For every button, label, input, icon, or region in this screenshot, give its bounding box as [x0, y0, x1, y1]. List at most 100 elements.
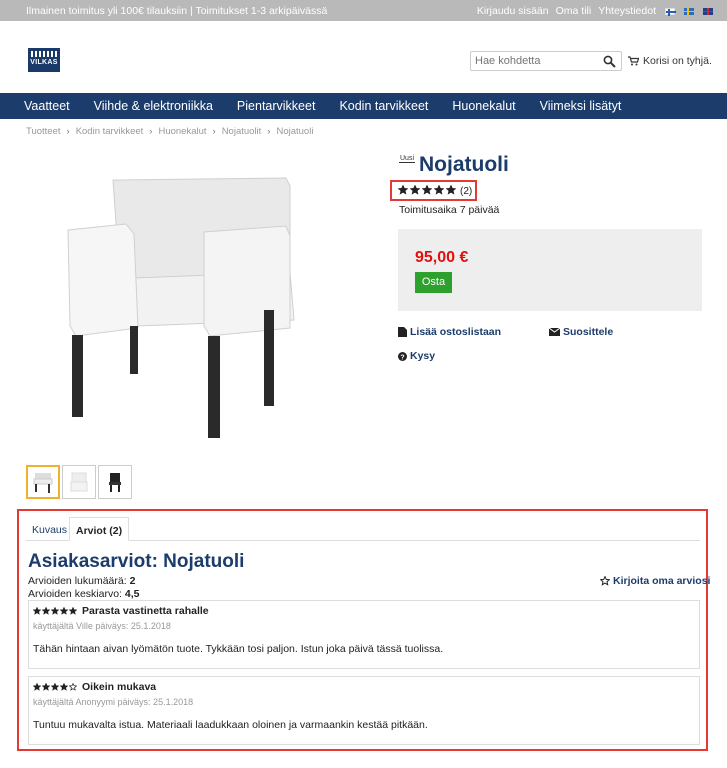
add-to-list-link[interactable]: Lisää ostoslistaan — [398, 326, 501, 338]
review-count-row: Arvioiden lukumäärä: 2 — [28, 575, 135, 587]
breadcrumb: Tuotteet › Kodin tarvikkeet › Huonekalut › … — [26, 126, 313, 137]
search-input[interactable] — [471, 52, 599, 70]
flag-swedish-icon[interactable] — [684, 7, 694, 15]
svg-text:?: ? — [400, 354, 404, 361]
chair-thumbnail-icon — [109, 473, 121, 492]
star-icon — [60, 683, 68, 691]
review-average-row: Arvioiden keskiarvo: 4,5 — [28, 588, 140, 600]
search-icon[interactable] — [603, 55, 616, 68]
ask-link[interactable]: ? Kysy — [398, 350, 435, 362]
review-stars — [33, 607, 77, 615]
chevron-right-icon: › — [267, 126, 271, 137]
breadcrumb-item[interactable]: Tuotteet — [26, 126, 61, 137]
main-nav: Vaatteet Viihde & elektroniikka Pientarv… — [0, 93, 727, 119]
review-text: Tähän hintaan aivan lyömätön tuote. Tykk… — [33, 643, 444, 655]
star-icon — [410, 185, 420, 195]
nav-item-viihde[interactable]: Viihde & elektroniikka — [94, 99, 213, 113]
top-bar: Ilmainen toimitus yli 100€ tilauksiin | … — [0, 0, 727, 21]
recommend-label: Suosittele — [563, 326, 614, 338]
recommend-link[interactable]: Suosittele — [549, 326, 613, 338]
contact-link[interactable]: Yhteystiedot — [598, 5, 656, 17]
login-link[interactable]: Kirjaudu sisään — [477, 5, 549, 17]
nav-item-viimeksi-lisatyt[interactable]: Viimeksi lisätyt — [540, 99, 622, 113]
thumbnail-1[interactable] — [26, 465, 60, 499]
ask-label: Kysy — [410, 350, 436, 362]
product-price: 95,00 € — [415, 249, 469, 266]
review-header: Parasta vastinetta rahalle — [33, 605, 209, 617]
rating-count[interactable]: (2) — [460, 186, 472, 197]
tab-reviews[interactable]: Arviot (2) — [69, 517, 130, 541]
logo-text: VILKAS — [30, 59, 58, 66]
product-tabs: Kuvaus Arviot (2) — [26, 517, 700, 541]
chair-thumbnail-icon — [33, 473, 53, 493]
breadcrumb-item[interactable]: Huonekalut — [158, 126, 206, 137]
thumbnail-2[interactable] — [62, 465, 96, 499]
review-item: Parasta vastinetta rahalle käyttäjältä V… — [28, 600, 700, 669]
star-icon — [422, 185, 432, 195]
document-icon — [398, 327, 407, 337]
nav-item-huonekalut[interactable]: Huonekalut — [452, 99, 515, 113]
chevron-right-icon: › — [66, 126, 70, 137]
review-count-label: Arvioiden lukumäärä: — [28, 575, 127, 587]
star-icon — [42, 607, 50, 615]
chevron-right-icon: › — [149, 126, 153, 137]
review-byline: käyttäjältä Ville päiväys: 25.1.2018 — [33, 621, 171, 631]
review-count-value: 2 — [129, 575, 136, 587]
flag-english-icon[interactable] — [703, 7, 713, 15]
cart-icon — [628, 56, 639, 66]
buy-button[interactable]: Osta — [415, 272, 452, 293]
write-review-label: Kirjoita oma arviosi — [613, 575, 711, 587]
star-outline-icon — [69, 683, 77, 691]
review-text: Tuntuu mukavalta istua. Materiaali laadu… — [33, 719, 428, 731]
image-thumbnails — [26, 465, 132, 499]
add-to-list-label: Lisää ostoslistaan — [410, 326, 502, 338]
nav-item-kodin-tarvikkeet[interactable]: Kodin tarvikkeet — [339, 99, 428, 113]
shipping-info: Ilmainen toimitus yli 100€ tilauksiin | … — [26, 5, 328, 17]
envelope-icon — [549, 328, 560, 336]
search-box — [470, 51, 622, 71]
review-headline: Parasta vastinetta rahalle — [82, 605, 209, 617]
breadcrumb-item[interactable]: Kodin tarvikkeet — [76, 126, 144, 137]
review-average-label: Arvioiden keskiarvo: — [28, 588, 122, 600]
delivery-time: Toimitusaika 7 päivää — [399, 204, 500, 216]
logo-crown-icon — [31, 51, 57, 57]
question-icon: ? — [398, 351, 407, 361]
breadcrumb-item[interactable]: Nojatuoli — [276, 126, 313, 137]
breadcrumb-item[interactable]: Nojatuolit — [222, 126, 262, 137]
flag-finnish-icon[interactable] — [665, 7, 676, 16]
site-logo[interactable]: VILKAS — [28, 48, 60, 72]
thumbnail-3[interactable] — [98, 465, 132, 499]
price-box — [398, 229, 702, 311]
chair-thumbnail-icon — [70, 472, 88, 492]
star-icon — [51, 607, 59, 615]
star-icon — [33, 683, 41, 691]
star-icon — [42, 683, 50, 691]
review-item: Oikein mukava käyttäjältä Anonyymi päivä… — [28, 676, 700, 745]
tab-description[interactable]: Kuvaus — [26, 517, 73, 541]
star-outline-icon — [600, 576, 610, 586]
star-icon — [60, 607, 68, 615]
nav-item-vaatteet[interactable]: Vaatteet — [24, 99, 70, 113]
product-title: Nojatuoli — [419, 153, 509, 176]
cart-label: Korisi on tyhjä. — [643, 55, 712, 67]
star-icon — [69, 607, 77, 615]
review-headline: Oikein mukava — [82, 681, 157, 693]
product-rating-stars — [398, 185, 456, 195]
star-icon — [398, 185, 408, 195]
account-link[interactable]: Oma tili — [556, 5, 592, 17]
star-icon — [434, 185, 444, 195]
top-links: Kirjaudu sisään Oma tili Yhteystiedot — [477, 5, 713, 17]
cart-status[interactable]: Korisi on tyhjä. — [628, 55, 712, 67]
review-header: Oikein mukava — [33, 681, 156, 693]
star-icon — [51, 683, 59, 691]
reviews-title: Asiakasarviot: Nojatuoli — [28, 551, 245, 572]
new-badge: Uusi — [399, 155, 416, 163]
review-average-value: 4,5 — [124, 588, 140, 600]
star-icon — [33, 607, 41, 615]
write-review-link[interactable]: Kirjoita oma arviosi — [600, 575, 710, 587]
nav-item-pientarvikkeet[interactable]: Pientarvikkeet — [237, 99, 316, 113]
star-icon — [446, 185, 456, 195]
product-image[interactable] — [58, 160, 298, 445]
review-stars — [33, 683, 77, 691]
review-byline: käyttäjältä Anonyymi päiväys: 25.1.2018 — [33, 697, 194, 707]
